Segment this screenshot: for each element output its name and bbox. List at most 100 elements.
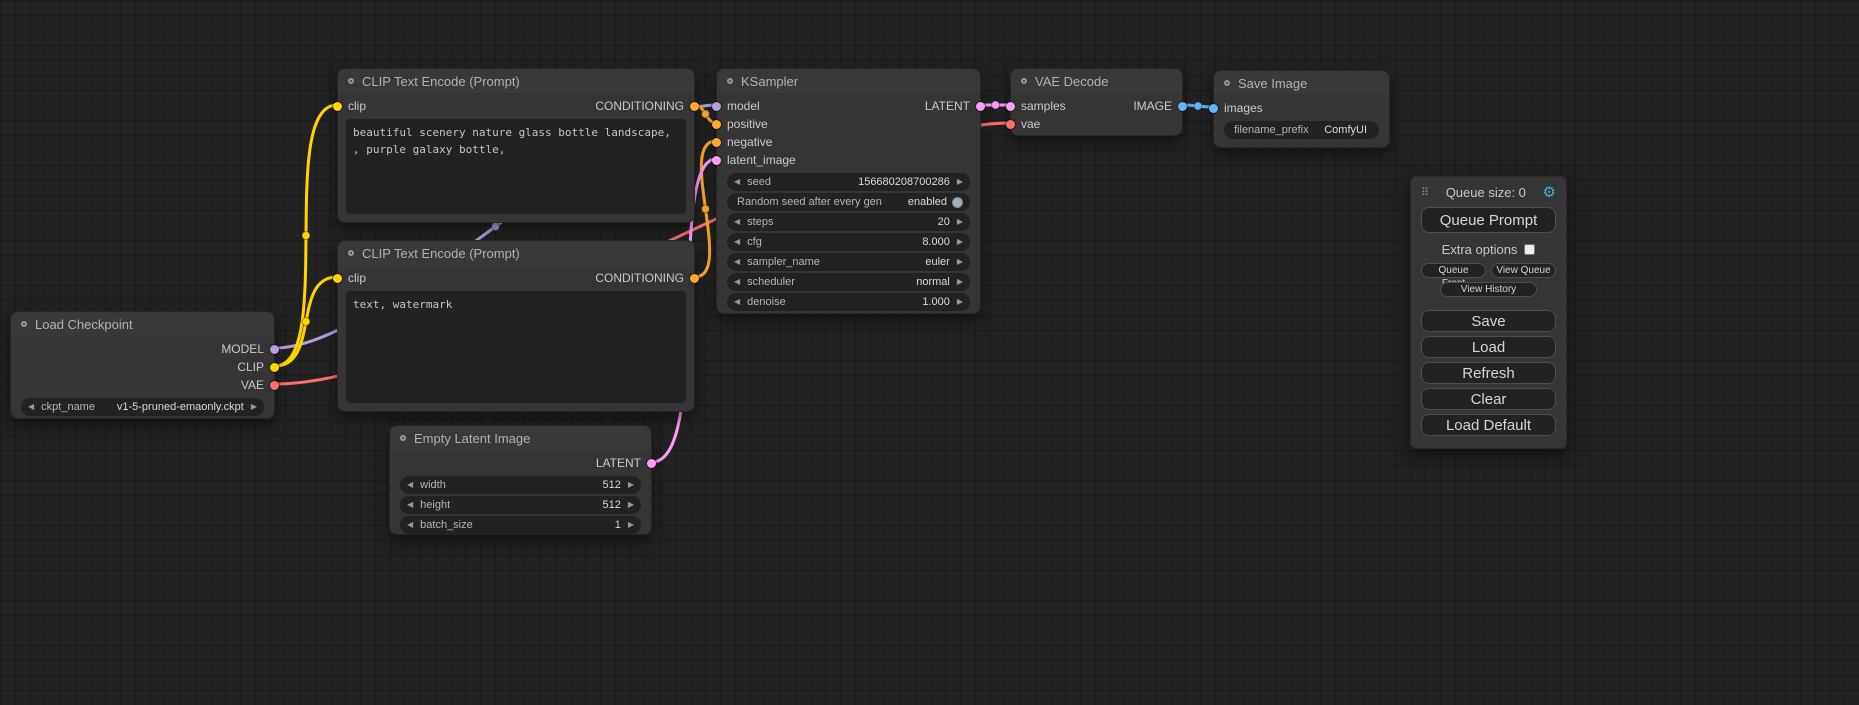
- collapse-dot-icon[interactable]: [1224, 80, 1230, 86]
- node-clip-text-encode-negative[interactable]: CLIP Text Encode (Prompt) clip CONDITION…: [337, 240, 695, 412]
- node-title-bar[interactable]: Empty Latent Image: [390, 426, 651, 450]
- output-slot-model[interactable]: MODEL: [221, 340, 279, 358]
- latent-port-icon[interactable]: [1006, 102, 1015, 111]
- widget-height[interactable]: ◀ height 512 ▶: [400, 496, 641, 514]
- node-title-bar[interactable]: Load Checkpoint: [11, 312, 274, 336]
- decrement-arrow-icon[interactable]: ◀: [407, 521, 413, 529]
- model-port-icon[interactable]: [270, 345, 279, 354]
- settings-gear-icon[interactable]: ⚙: [1543, 185, 1556, 200]
- conditioning-port-icon[interactable]: [690, 274, 699, 283]
- widget-steps[interactable]: ◀ steps 20 ▶: [727, 213, 970, 231]
- latent-port-icon[interactable]: [647, 459, 656, 468]
- output-slot-image[interactable]: IMAGE: [1133, 97, 1187, 115]
- output-slot-conditioning[interactable]: CONDITIONING: [595, 97, 699, 115]
- collapse-dot-icon[interactable]: [727, 78, 733, 84]
- increment-arrow-icon[interactable]: ▶: [628, 481, 634, 489]
- increment-arrow-icon[interactable]: ▶: [957, 218, 963, 226]
- input-slot-vae[interactable]: vae: [1006, 115, 1040, 133]
- increment-arrow-icon[interactable]: ▶: [957, 258, 963, 266]
- output-slot-vae[interactable]: VAE: [241, 376, 279, 394]
- node-clip-text-encode-positive[interactable]: CLIP Text Encode (Prompt) clip CONDITION…: [337, 68, 695, 223]
- refresh-button[interactable]: Refresh: [1421, 362, 1556, 384]
- increment-arrow-icon[interactable]: ▶: [628, 501, 634, 509]
- increment-arrow-icon[interactable]: ▶: [957, 178, 963, 186]
- node-vae-decode[interactable]: VAE Decode samples IMAGE vae: [1010, 68, 1183, 136]
- node-ksampler[interactable]: KSampler model LATENT positive negative: [716, 68, 981, 314]
- clip-port-icon[interactable]: [333, 102, 342, 111]
- latent-port-icon[interactable]: [976, 102, 985, 111]
- node-load-checkpoint[interactable]: Load Checkpoint MODEL CLIP VAE ◀ ckpt_na…: [10, 311, 275, 419]
- node-empty-latent-image[interactable]: Empty Latent Image LATENT ◀ width 512 ▶ …: [389, 425, 652, 535]
- image-port-icon[interactable]: [1209, 104, 1218, 113]
- conditioning-port-icon[interactable]: [712, 120, 721, 129]
- clip-port-icon[interactable]: [270, 363, 279, 372]
- view-history-button[interactable]: View History: [1440, 282, 1537, 297]
- node-title-bar[interactable]: CLIP Text Encode (Prompt): [338, 241, 694, 265]
- graph-canvas[interactable]: Load Checkpoint MODEL CLIP VAE ◀ ckpt_na…: [0, 0, 1859, 705]
- increment-arrow-icon[interactable]: ▶: [957, 238, 963, 246]
- collapse-dot-icon[interactable]: [348, 250, 354, 256]
- model-port-icon[interactable]: [712, 102, 721, 111]
- decrement-arrow-icon[interactable]: ◀: [407, 501, 413, 509]
- conditioning-port-icon[interactable]: [712, 138, 721, 147]
- increment-arrow-icon[interactable]: ▶: [251, 403, 257, 411]
- node-title-bar[interactable]: KSampler: [717, 69, 980, 93]
- widget-scheduler[interactable]: ◀ scheduler normal ▶: [727, 273, 970, 291]
- widget-ckpt-name[interactable]: ◀ ckpt_name v1-5-pruned-emaonly.ckpt ▶: [21, 398, 264, 416]
- input-slot-negative[interactable]: negative: [712, 133, 772, 151]
- input-slot-latent-image[interactable]: latent_image: [712, 151, 796, 169]
- decrement-arrow-icon[interactable]: ◀: [28, 403, 34, 411]
- extra-options-checkbox[interactable]: [1524, 244, 1535, 255]
- output-slot-conditioning[interactable]: CONDITIONING: [595, 269, 699, 287]
- output-slot-latent[interactable]: LATENT: [925, 97, 985, 115]
- input-slot-positive[interactable]: positive: [712, 115, 768, 133]
- widget-cfg[interactable]: ◀ cfg 8.000 ▶: [727, 233, 970, 251]
- input-slot-clip[interactable]: clip: [333, 269, 366, 287]
- widget-seed[interactable]: ◀ seed 156680208700286 ▶: [727, 173, 970, 191]
- drag-handle-icon[interactable]: ⠿: [1421, 186, 1429, 199]
- save-button[interactable]: Save: [1421, 310, 1556, 332]
- decrement-arrow-icon[interactable]: ◀: [734, 238, 740, 246]
- clip-port-icon[interactable]: [333, 274, 342, 283]
- clear-button[interactable]: Clear: [1421, 388, 1556, 410]
- widget-filename-prefix[interactable]: filename_prefix ComfyUI: [1224, 121, 1379, 139]
- widget-width[interactable]: ◀ width 512 ▶: [400, 476, 641, 494]
- decrement-arrow-icon[interactable]: ◀: [734, 178, 740, 186]
- decrement-arrow-icon[interactable]: ◀: [734, 258, 740, 266]
- view-queue-button[interactable]: View Queue: [1491, 263, 1556, 278]
- node-title-bar[interactable]: CLIP Text Encode (Prompt): [338, 69, 694, 93]
- latent-port-icon[interactable]: [712, 156, 721, 165]
- collapse-dot-icon[interactable]: [400, 435, 406, 441]
- widget-sampler-name[interactable]: ◀ sampler_name euler ▶: [727, 253, 970, 271]
- output-slot-latent[interactable]: LATENT: [596, 454, 656, 472]
- vae-port-icon[interactable]: [270, 381, 279, 390]
- input-slot-images[interactable]: images: [1209, 99, 1263, 117]
- negative-prompt-textarea[interactable]: text, watermark: [346, 291, 686, 403]
- widget-random-seed-toggle[interactable]: Random seed after every gen enabled: [727, 193, 970, 211]
- collapse-dot-icon[interactable]: [1021, 78, 1027, 84]
- conditioning-port-icon[interactable]: [690, 102, 699, 111]
- decrement-arrow-icon[interactable]: ◀: [734, 298, 740, 306]
- positive-prompt-textarea[interactable]: beautiful scenery nature glass bottle la…: [346, 119, 686, 214]
- increment-arrow-icon[interactable]: ▶: [628, 521, 634, 529]
- decrement-arrow-icon[interactable]: ◀: [407, 481, 413, 489]
- queue-front-button[interactable]: Queue Front: [1421, 263, 1486, 278]
- collapse-dot-icon[interactable]: [348, 78, 354, 84]
- increment-arrow-icon[interactable]: ▶: [957, 298, 963, 306]
- load-button[interactable]: Load: [1421, 336, 1556, 358]
- toggle-knob-icon[interactable]: [952, 197, 963, 208]
- load-default-button[interactable]: Load Default: [1421, 414, 1556, 436]
- decrement-arrow-icon[interactable]: ◀: [734, 218, 740, 226]
- queue-prompt-button[interactable]: Queue Prompt: [1421, 207, 1556, 233]
- collapse-dot-icon[interactable]: [21, 321, 27, 327]
- input-slot-clip[interactable]: clip: [333, 97, 366, 115]
- decrement-arrow-icon[interactable]: ◀: [734, 278, 740, 286]
- input-slot-model[interactable]: model: [712, 97, 760, 115]
- vae-port-icon[interactable]: [1006, 120, 1015, 129]
- output-slot-clip[interactable]: CLIP: [237, 358, 279, 376]
- input-slot-samples[interactable]: samples: [1006, 97, 1066, 115]
- node-save-image[interactable]: Save Image images filename_prefix ComfyU…: [1213, 70, 1390, 148]
- widget-batch-size[interactable]: ◀ batch_size 1 ▶: [400, 516, 641, 534]
- increment-arrow-icon[interactable]: ▶: [957, 278, 963, 286]
- node-title-bar[interactable]: Save Image: [1214, 71, 1389, 95]
